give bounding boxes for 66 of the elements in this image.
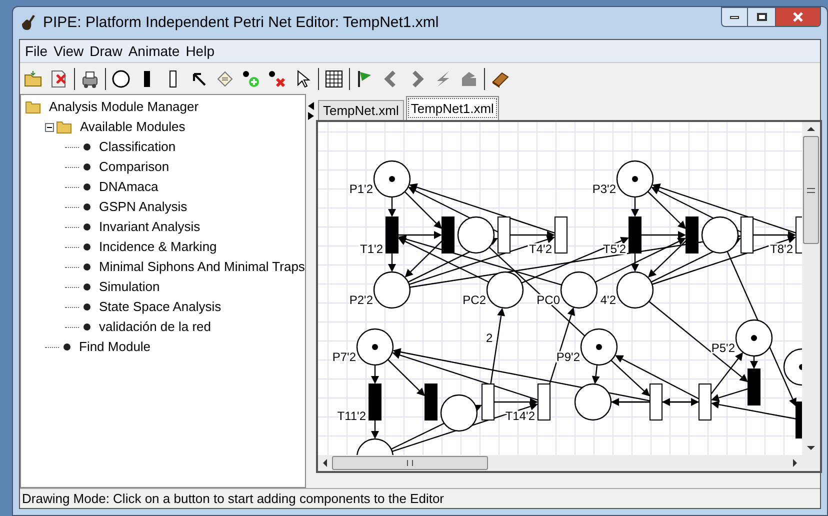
node-label: T14'2 [505,409,535,423]
tree-item[interactable]: Available Modules [80,117,186,137]
scroll-thumb[interactable] [803,136,819,244]
node-label: T8'2 [770,242,793,256]
tree-item[interactable]: Simulation [99,277,160,297]
node-label: T4'2 [529,242,552,256]
node-label: P5'2 [711,341,735,355]
circle-icon[interactable] [110,68,132,90]
tree-item[interactable]: Invariant Analysis [99,217,200,237]
tree-item[interactable]: Classification [99,137,176,157]
arc-arrow [371,365,379,384]
bullet-icon [83,323,91,331]
tree-item[interactable]: Incidence & Marking [99,237,217,257]
grid-icon[interactable] [323,68,345,90]
menu-item[interactable]: Animate [125,40,183,62]
tree-item[interactable]: State Space Analysis [99,297,222,317]
maximize-button[interactable] [748,7,775,27]
close-button[interactable] [775,7,821,27]
bullet-icon [63,343,71,351]
node-label: T1'2 [360,242,383,256]
arc-arrow [388,197,396,217]
menu-item[interactable]: Help [182,40,218,62]
bullet-icon [83,143,91,151]
bullet-icon [83,183,91,191]
node-label: P7'2 [332,350,356,364]
tree-item[interactable]: Comparison [99,157,170,177]
tree-item[interactable]: Find Module [79,337,151,357]
close-icon [792,12,804,22]
arc-weight-label: 2 [486,331,493,345]
pipe-logo-icon [19,14,37,32]
minimize-button[interactable] [721,7,748,27]
window-title: PIPE: Platform Independent Petri Net Editor: TempNet1.xml [43,12,439,33]
node-label: 4'2 [600,293,616,307]
arc-arrow [631,197,639,217]
node-label: P1'2 [349,182,373,196]
bullet-icon [83,263,91,271]
document-tab[interactable]: TempNet1.xml [406,96,499,120]
bullet-icon [83,203,91,211]
tree-item[interactable]: validación de la red [99,317,212,337]
bullet-icon [83,303,91,311]
document-tab[interactable]: TempNet.xml [318,100,404,120]
node-label: T11'2 [337,409,366,423]
collapse-left-icon[interactable] [308,102,314,110]
bullet-icon [83,163,91,171]
menu-item[interactable]: File [22,40,51,62]
tree-item[interactable]: Minimal Siphons And Minimal Traps [99,257,305,277]
tree-item[interactable]: GSPN Analysis [99,197,188,217]
node-label: T5'2 [603,242,626,256]
bullet-icon [83,243,91,251]
collapse-toggle[interactable] [45,122,54,132]
bullet-icon [83,283,91,291]
scroll-thumb[interactable] [332,456,488,470]
node-label: P2'2 [349,293,373,307]
node-label: P3'2 [592,182,616,196]
bullet-icon [83,223,91,231]
folder-icon [25,100,41,114]
tree-item[interactable]: Analysis Module Manager [49,97,199,117]
node-label: PC2 [462,293,486,307]
status-bar: Drawing Mode: Click on a button to start adding components to the Editor [20,488,820,508]
arc-arrow [371,420,379,439]
arc-arrow [388,253,396,272]
folder-icon [56,120,72,134]
tree-item[interactable]: DNAmaca [99,177,158,197]
menu-item[interactable]: View [50,40,87,62]
expand-right-icon[interactable] [308,112,314,120]
menu-item[interactable]: Draw [86,40,126,62]
